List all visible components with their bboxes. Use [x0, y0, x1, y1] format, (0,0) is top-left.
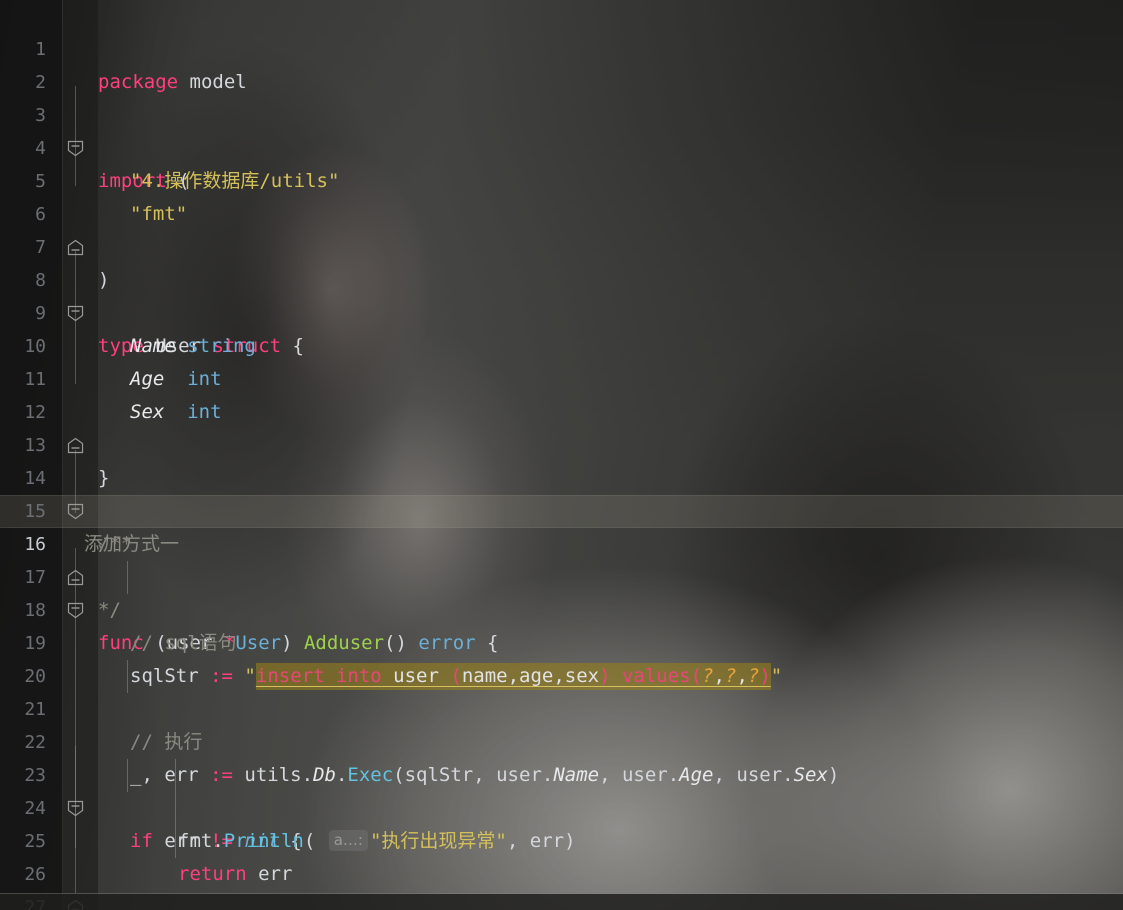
code-editor[interactable]: 1 package model 2 3 import ( 4 "4.操作数据库/…	[0, 0, 1123, 910]
editor-bottom-separator	[0, 893, 1123, 894]
code-line[interactable]: 27 return err	[0, 858, 1123, 910]
code-line[interactable]: 24 fmt.Println( a…: "执行出现异常", err)	[0, 759, 1123, 852]
code-line[interactable]: 2	[0, 33, 1123, 93]
code-line[interactable]: 23 if err != nil {	[0, 726, 1123, 852]
code-line[interactable]: 22 _, err := utils.Db.Exec(sqlStr, user.…	[0, 693, 1123, 786]
editor-bottom-strip	[0, 894, 1123, 910]
code-line[interactable]: 11 Sex int	[0, 330, 1123, 423]
code-line[interactable]: 18 // sql语句	[0, 561, 1123, 654]
code-line[interactable]: 10 Age int	[0, 297, 1123, 390]
fold-toggle-expand-icon[interactable]	[66, 832, 85, 910]
fold-toggle-expand-icon[interactable]	[66, 370, 85, 454]
code-line[interactable]: 19 sqlStr := "insert into user (name,age…	[0, 594, 1123, 690]
code-line[interactable]: 1 package model	[0, 0, 1123, 93]
code-line[interactable]: 9 Name string	[0, 264, 1123, 357]
fold-toggle-collapse-icon[interactable]	[66, 436, 85, 520]
fold-toggle-collapse-icon[interactable]	[66, 733, 85, 817]
code-line[interactable]: 14 /**	[0, 429, 1123, 555]
code-line[interactable]: 26 }	[0, 825, 1123, 910]
code-line[interactable]: 6 )	[0, 165, 1123, 291]
fold-toggle-collapse-icon[interactable]	[66, 238, 85, 322]
fold-toggle-expand-icon[interactable]	[66, 502, 85, 586]
code-line[interactable]: 15 添加方式一	[0, 462, 1123, 555]
code-line[interactable]: 20	[0, 627, 1123, 687]
code-line[interactable]: 13	[0, 396, 1123, 456]
code-line[interactable]: 17 func (user *User) Adduser() error {	[0, 528, 1123, 654]
code-line[interactable]: 16 */	[0, 495, 1123, 621]
fold-toggle-expand-icon[interactable]	[66, 172, 85, 256]
code-line[interactable]: 4 "4.操作数据库/utils"	[0, 99, 1123, 192]
fold-toggle-collapse-icon[interactable]	[66, 73, 85, 157]
fold-toggle-collapse-icon[interactable]	[66, 535, 85, 619]
code-line[interactable]: 5 "fmt"	[0, 132, 1123, 225]
code-line[interactable]: 12 }	[0, 363, 1123, 489]
code-line[interactable]: 3 import (	[0, 66, 1123, 192]
code-line[interactable]: 8 type User struct {	[0, 231, 1123, 357]
code-line[interactable]: 7	[0, 198, 1123, 258]
code-line[interactable]: 21 // 执行	[0, 660, 1123, 753]
code-line[interactable]: 25 return err	[0, 792, 1123, 885]
code-content[interactable]: 1 package model 2 3 import ( 4 "4.操作数据库/…	[0, 0, 1123, 910]
